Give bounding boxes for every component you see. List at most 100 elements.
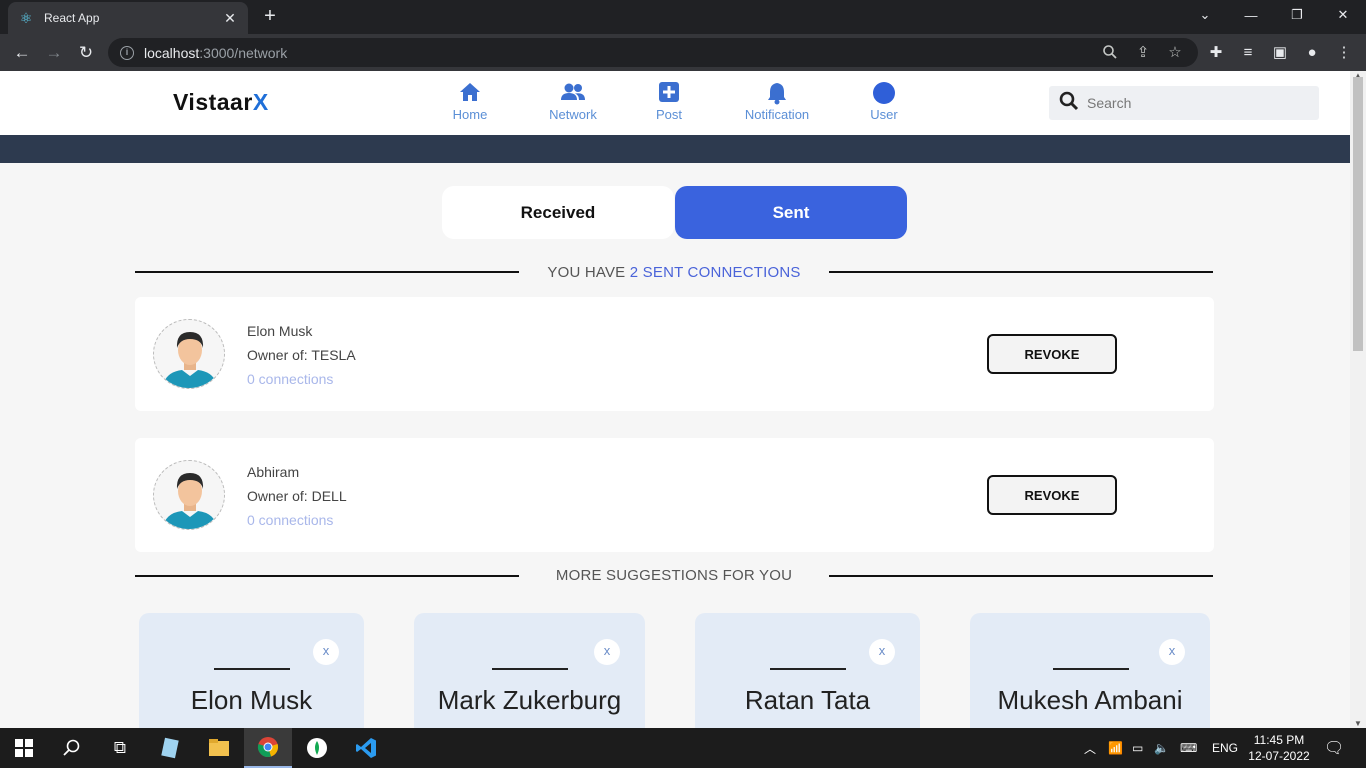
nav-network[interactable]: Network: [545, 81, 601, 122]
volume-icon[interactable]: 🔈: [1154, 728, 1169, 768]
forward-icon[interactable]: →: [42, 41, 66, 65]
site-info-icon[interactable]: i: [120, 45, 134, 60]
search-box[interactable]: [1049, 86, 1319, 120]
sent-tab-button[interactable]: Sent: [675, 186, 907, 239]
bookmark-star-icon[interactable]: ☆: [1166, 44, 1184, 62]
dismiss-suggestion-button[interactable]: x: [313, 639, 339, 665]
suggestion-name: Mark Zukerburg: [437, 685, 622, 715]
connection-name: Abhiram: [247, 464, 300, 480]
bell-icon: [738, 81, 816, 105]
suggestion-card[interactable]: x Mukesh Ambani: [970, 613, 1210, 728]
close-window-icon[interactable]: ✕: [1320, 0, 1366, 30]
new-tab-button[interactable]: +: [260, 6, 280, 26]
tab-search-chevron-icon[interactable]: ⌄: [1182, 0, 1228, 30]
nav-post[interactable]: Post: [654, 81, 684, 122]
scrollbar-thumb[interactable]: [1353, 77, 1363, 351]
menu-icon[interactable]: ⋮: [1334, 43, 1354, 63]
header-band: [0, 135, 1350, 163]
user-icon: [869, 81, 899, 105]
language-indicator[interactable]: ENG: [1212, 728, 1238, 768]
nav-home[interactable]: Home: [449, 81, 491, 122]
back-icon[interactable]: ←: [10, 41, 34, 65]
connection-card: Elon Musk Owner of: TESLA 0 connections …: [135, 297, 1214, 411]
os-taskbar: ⧉ ︿ 📶 ▭ 🔈 ⌨ ENG 11:45 PM 12-07-2022 🗨: [0, 728, 1366, 768]
suggestion-card[interactable]: x Ratan Tata: [695, 613, 920, 728]
address-bar[interactable]: i localhost:3000/network ⇪ ☆: [108, 38, 1198, 67]
scroll-down-icon[interactable]: ▼: [1354, 719, 1362, 728]
suggestion-name: Elon Musk: [190, 685, 313, 715]
nav-user[interactable]: User: [869, 81, 899, 122]
reload-icon[interactable]: ↻: [74, 41, 98, 65]
heading-prefix: YOU HAVE: [547, 264, 630, 281]
nav-home-label: Home: [452, 107, 488, 122]
file-explorer-icon[interactable]: [195, 728, 243, 768]
logo[interactable]: VistaarX: [173, 89, 269, 116]
dismiss-suggestion-button[interactable]: x: [869, 639, 895, 665]
notepad-app-icon[interactable]: [146, 728, 194, 768]
search-icon[interactable]: [48, 728, 96, 768]
tab-title: React App: [44, 11, 100, 25]
browser-tab[interactable]: ⚛ React App ✕: [8, 2, 248, 34]
heading-count: 2 SENT CONNECTIONS: [629, 264, 801, 281]
clock-date: 12-07-2022: [1248, 749, 1310, 763]
app-navbar: VistaarX Home Network Post Notification: [0, 71, 1350, 135]
connection-count: 0 connections: [247, 371, 334, 387]
connection-card: Abhiram Owner of: DELL 0 connections REV…: [135, 438, 1214, 552]
divider-right: [829, 575, 1213, 577]
url-path: :3000/network: [199, 44, 288, 61]
suggestion-card[interactable]: x Mark Zukerburg: [414, 613, 645, 728]
react-icon: ⚛: [19, 9, 33, 26]
avatar: [153, 460, 225, 530]
chrome-app-icon[interactable]: [244, 728, 292, 768]
search-input[interactable]: [1087, 95, 1307, 111]
profile-icon[interactable]: ●: [1302, 43, 1322, 63]
zoom-icon[interactable]: [1101, 44, 1119, 62]
home-icon: [449, 81, 491, 105]
browser-toolbar: ← → ↻ i localhost:3000/network ⇪ ☆ ✚ ≡ ▣…: [0, 34, 1366, 71]
nav-user-label: User: [870, 107, 898, 122]
nav-notification[interactable]: Notification: [738, 81, 816, 122]
suggestion-card[interactable]: x Elon Musk: [139, 613, 364, 728]
avatar: [153, 319, 225, 389]
connection-count: 0 connections: [247, 512, 334, 528]
vscode-app-icon[interactable]: [342, 728, 390, 768]
logo-accent: X: [252, 89, 269, 115]
extensions-icon[interactable]: ✚: [1206, 43, 1226, 63]
windows-start-icon[interactable]: [0, 728, 48, 768]
close-tab-icon[interactable]: ✕: [222, 10, 238, 27]
revoke-button[interactable]: REVOKE: [987, 334, 1117, 374]
share-icon[interactable]: ⇪: [1134, 44, 1152, 62]
keyboard-icon[interactable]: ⌨: [1180, 728, 1197, 768]
received-tab-button[interactable]: Received: [442, 186, 674, 239]
nav-network-label: Network: [549, 107, 597, 122]
connection-name: Elon Musk: [247, 323, 313, 339]
nav-notification-label: Notification: [744, 107, 810, 122]
logo-main: Vistaar: [173, 89, 253, 115]
suggestion-underline: [492, 668, 568, 670]
revoke-button[interactable]: REVOKE: [987, 475, 1117, 515]
divider-left: [135, 271, 519, 273]
minimize-icon[interactable]: —: [1228, 0, 1274, 30]
notifications-icon[interactable]: 🗨: [1324, 728, 1344, 768]
dismiss-suggestion-button[interactable]: x: [594, 639, 620, 665]
divider-right: [829, 271, 1213, 273]
suggestion-name: Mukesh Ambani: [997, 685, 1183, 715]
page-scrollbar[interactable]: ▲ ▼: [1350, 71, 1366, 728]
suggestion-underline: [214, 668, 290, 670]
system-clock[interactable]: 11:45 PM 12-07-2022: [1248, 732, 1310, 764]
connection-owner: Owner of: DELL: [247, 488, 347, 504]
divider-left: [135, 575, 519, 577]
restore-icon[interactable]: ❐: [1274, 0, 1320, 30]
network-tray-icon[interactable]: 📶: [1108, 728, 1123, 768]
tray-chevron-icon[interactable]: ︿: [1084, 728, 1096, 768]
mongodb-app-icon[interactable]: [293, 728, 341, 768]
search-icon: [1059, 91, 1079, 116]
media-icon[interactable]: ≡: [1238, 43, 1258, 63]
suggestion-name: Ratan Tata: [744, 685, 871, 715]
battery-icon[interactable]: ▭: [1132, 728, 1143, 768]
dismiss-suggestion-button[interactable]: x: [1159, 639, 1185, 665]
side-panel-icon[interactable]: ▣: [1270, 43, 1290, 63]
sent-connections-heading: YOU HAVE 2 SENT CONNECTIONS: [519, 264, 829, 281]
url-host: localhost: [144, 44, 200, 61]
task-view-icon[interactable]: ⧉: [96, 728, 144, 768]
